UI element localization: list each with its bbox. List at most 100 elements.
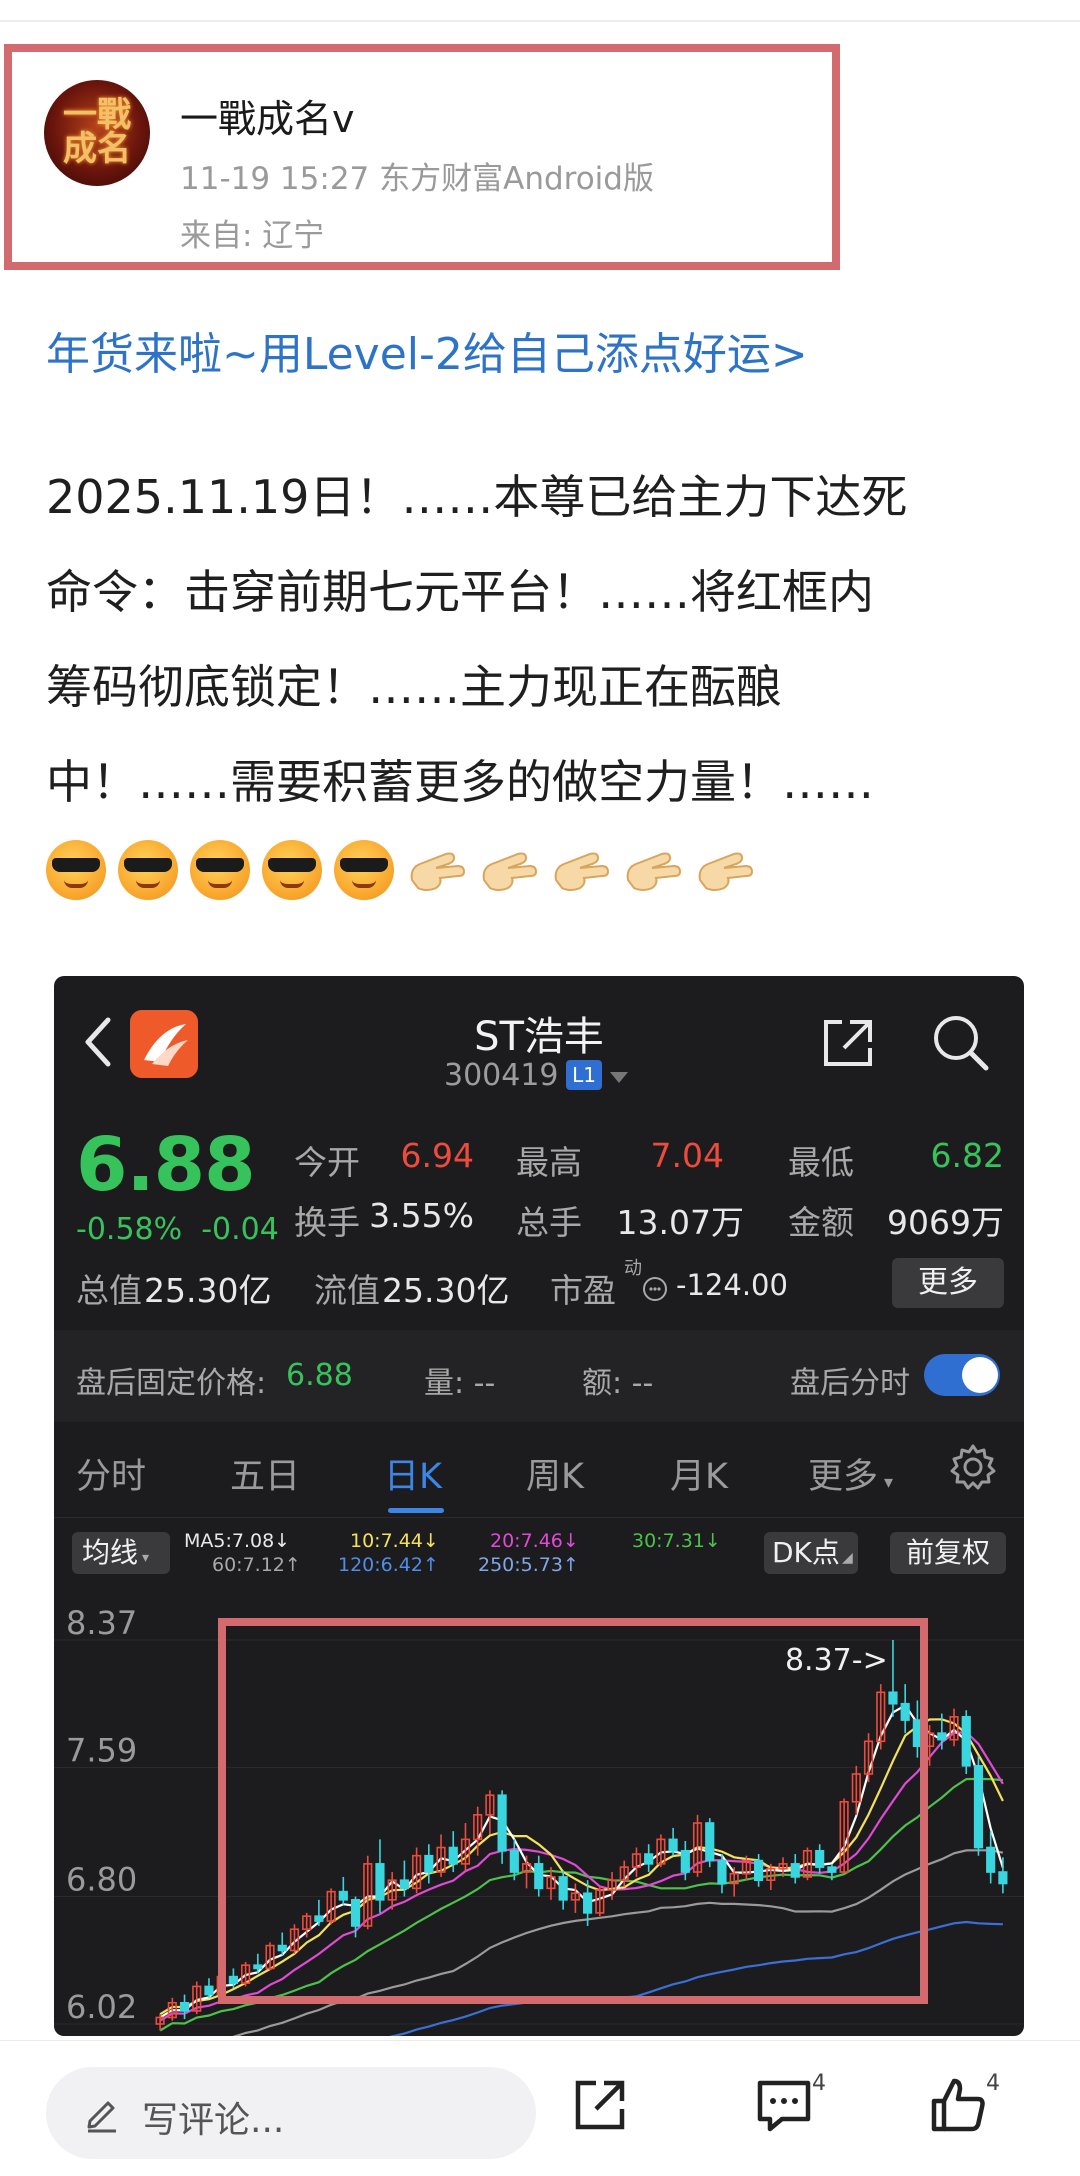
tab-daily-k[interactable]: 日K xyxy=(384,1448,442,1499)
sunglasses-emoji-icon xyxy=(334,840,394,900)
ma5-label: MA5:7.08↓ xyxy=(184,1530,291,1552)
candle-down xyxy=(448,1846,458,1865)
share-icon[interactable] xyxy=(570,2075,630,2135)
comment-count: 4 xyxy=(812,2071,826,2096)
stock-name: ST浩丰 xyxy=(474,1014,604,1060)
candle-down xyxy=(888,1691,898,1705)
change-absolute: -0.04 xyxy=(201,1212,279,1247)
after-hours-row: 盘后固定价格: 6.88 量: -- 额: -- 盘后分时 xyxy=(54,1330,1024,1422)
candle-down xyxy=(399,1879,409,1890)
tab-more-caret-icon: ▾ xyxy=(884,1472,894,1493)
y-tick-label: 7.59 xyxy=(66,1731,137,1769)
sunglasses-emoji-icon xyxy=(46,840,106,900)
candle-down xyxy=(717,1859,727,1885)
current-price: 6.88 xyxy=(76,1122,256,1208)
author-name[interactable]: 一戰成名v xyxy=(180,88,355,143)
dropdown-triangle-icon[interactable] xyxy=(610,1072,628,1083)
tab-monthly-k[interactable]: 月K xyxy=(670,1448,728,1499)
tab-five-day[interactable]: 五日 xyxy=(230,1448,300,1499)
promo-link[interactable]: 年货来啦~用Level-2给自己添点好运> xyxy=(46,318,808,382)
pointing-hand-emoji-icon xyxy=(554,852,610,891)
price-change: -0.58% -0.04 xyxy=(76,1212,279,1247)
candlestick-chart[interactable]: 8.37 7.59 6.80 6.02 8.37-> xyxy=(54,1590,1024,2036)
info-smiley-icon[interactable] xyxy=(642,1276,668,1302)
avatar[interactable]: 一戰 成名 xyxy=(44,80,150,186)
avatar-calligraphy: 一戰 成名 xyxy=(63,95,131,169)
active-tab-underline xyxy=(388,1508,444,1513)
candle-down xyxy=(179,2001,190,2012)
gear-icon[interactable] xyxy=(948,1442,998,1492)
candle-down xyxy=(754,1859,764,1882)
body-line: 筹码彻底锁定！……主力现正在酝酿 xyxy=(46,660,782,714)
more-quotes-button[interactable]: 更多 xyxy=(892,1258,1004,1308)
candle-down xyxy=(228,1975,238,1984)
candle-down xyxy=(558,1876,568,1901)
candle-down xyxy=(827,1866,837,1873)
high-label: 最高 xyxy=(516,1143,582,1182)
ma-caret-icon: ▾ xyxy=(142,1550,150,1566)
sunglasses-emoji-icon xyxy=(190,840,250,900)
mktcap-label: 总值 xyxy=(76,1271,142,1310)
tab-weekly-k[interactable]: 周K xyxy=(526,1448,584,1499)
y-tick-label: 6.80 xyxy=(66,1861,137,1899)
pointing-hand-emoji-icon xyxy=(482,852,538,891)
ma60-line xyxy=(231,1849,1004,2036)
sunglasses-emoji-icon xyxy=(262,840,322,900)
candle-down xyxy=(350,1899,361,1927)
bottom-action-bar: 写评论... 4 4 xyxy=(0,2040,1080,2176)
thumbs-up-icon[interactable] xyxy=(928,2075,988,2135)
like-count: 4 xyxy=(986,2071,1000,2096)
mktcap-value: 25.30亿 xyxy=(144,1271,272,1310)
ma-selector-label: 均线 xyxy=(82,1536,139,1569)
candle-down xyxy=(705,1822,715,1862)
comment-icon[interactable] xyxy=(754,2075,814,2135)
forward-adjust-button[interactable]: 前复权 xyxy=(890,1532,1006,1574)
candle-down xyxy=(424,1854,434,1873)
ma-selector-button[interactable]: 均线 ▾ xyxy=(72,1532,170,1574)
after-hours-amount: 额: -- xyxy=(582,1366,654,1401)
pointing-hand-emoji-icon xyxy=(698,852,754,891)
candle-down xyxy=(680,1849,690,1873)
ma10-line xyxy=(159,1718,1004,2016)
high-value: 7.04 xyxy=(650,1136,724,1175)
dk-point-label: DK点 xyxy=(772,1536,840,1569)
high-annotation: 8.37-> xyxy=(785,1643,888,1678)
candle-down xyxy=(900,1702,910,1721)
stock-screenshot: ST浩丰 300419 L1 6.88 -0.58% -0.04 今开 6.94… xyxy=(54,976,1024,2036)
candle-down xyxy=(375,1863,385,1901)
ma120-line xyxy=(389,1920,1003,2036)
post-location: 来自: 辽宁 xyxy=(180,218,325,254)
candle-down xyxy=(644,1853,654,1865)
ma-legend-row: 均线 ▾ MA5:7.08↓ 60:7.12↑ 10:7.44↓ 120:6.42… xyxy=(54,1526,1024,1590)
y-tick-label: 8.37 xyxy=(66,1604,137,1642)
dk-caret-icon: ◢ xyxy=(841,1550,853,1566)
low-label: 最低 xyxy=(788,1143,854,1182)
float-value: 25.30亿 xyxy=(382,1271,510,1310)
candle-down xyxy=(998,1871,1008,1885)
open-label: 今开 xyxy=(294,1143,360,1182)
ma250-label: 250:5.73↑ xyxy=(478,1554,579,1576)
volume-label: 总手 xyxy=(516,1203,582,1242)
candle-down xyxy=(253,1964,263,1970)
tab-intraday[interactable]: 分时 xyxy=(76,1448,146,1499)
tab-more[interactable]: 更多 ▾ xyxy=(808,1448,893,1499)
candle-down xyxy=(815,1849,825,1868)
share-icon[interactable] xyxy=(820,1016,876,1070)
pointing-hand-emoji-icon xyxy=(410,852,466,891)
after-hours-time-label: 盘后分时 xyxy=(790,1366,910,1401)
comment-input[interactable]: 写评论... xyxy=(46,2067,536,2159)
post-meta: 11-19 15:27 东方财富Android版 xyxy=(180,161,654,197)
candle-down xyxy=(314,1915,324,1922)
dk-point-button[interactable]: DK点 ◢ xyxy=(764,1532,858,1574)
after-hours-price: 6.88 xyxy=(286,1358,353,1393)
emoji-row xyxy=(46,840,766,910)
ma120-label: 120:6.42↑ xyxy=(338,1554,439,1576)
after-hours-toggle[interactable] xyxy=(924,1354,1000,1396)
amount-label: 金额 xyxy=(788,1203,854,1242)
candle-down xyxy=(277,1944,287,1952)
tab-more-label: 更多 xyxy=(808,1457,879,1497)
change-percent: -0.58% xyxy=(76,1212,183,1247)
search-icon[interactable] xyxy=(930,1012,990,1072)
body-line: 2025.11.19日！……本尊已给主力下达死 xyxy=(46,470,908,524)
y-tick-label: 6.02 xyxy=(66,1988,137,2026)
